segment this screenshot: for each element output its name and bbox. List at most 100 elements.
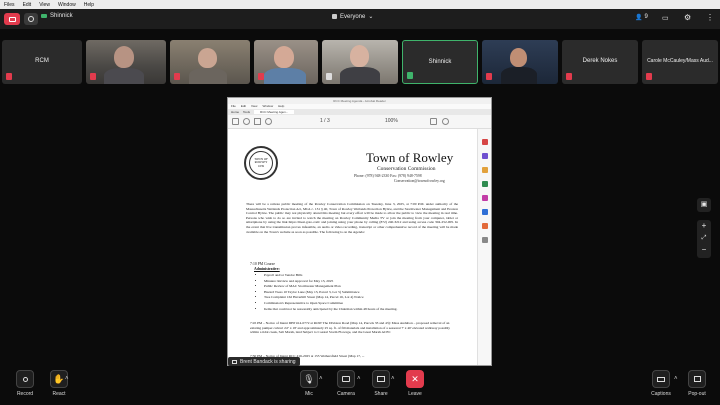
record-button[interactable]: Record: [14, 370, 36, 397]
menu-edit[interactable]: Edit: [23, 2, 32, 8]
organize-tool-icon[interactable]: [482, 181, 488, 187]
chevron-up-icon[interactable]: ˄: [319, 376, 323, 382]
search-icon[interactable]: [265, 118, 272, 125]
participant-tile[interactable]: Derek Nokes: [562, 40, 638, 84]
participant-name: RCM: [35, 58, 49, 64]
react-button[interactable]: ✋ React: [48, 370, 70, 397]
chevron-up-icon[interactable]: ˄: [65, 376, 69, 382]
info-icon: [28, 16, 34, 22]
town-seal: TOWN OF ROWLEY 1639: [244, 146, 278, 180]
contact-email: Conservation@townofrowley.org: [394, 179, 445, 183]
screen-share-icon: [232, 359, 237, 364]
share-screen-icon: [372, 370, 390, 388]
participant-video[interactable]: [322, 40, 398, 84]
participant-body: [264, 68, 306, 84]
participant-video[interactable]: [170, 40, 250, 84]
expand-icon[interactable]: ⤢: [697, 232, 711, 244]
leave-label: Leave: [408, 391, 422, 397]
tab-document[interactable]: RCC Meeting Agen...: [254, 110, 295, 114]
zoom-out-icon[interactable]: −: [697, 244, 711, 256]
menu-help[interactable]: Help: [84, 2, 94, 8]
fit-icon[interactable]: ▣: [697, 198, 711, 212]
view-selector[interactable]: Everyone ⌄: [332, 13, 373, 20]
react-label: React: [52, 391, 66, 397]
info-button[interactable]: [24, 13, 38, 25]
popout-label: Pop-out: [688, 391, 706, 397]
participant-tile[interactable]: RCM: [2, 40, 82, 84]
admin-list: Payroll and/or Vendor Bills Minutes: Rev…: [264, 273, 460, 312]
share-icon: [41, 14, 47, 18]
close-icon: ✕: [406, 370, 424, 388]
chevron-up-icon[interactable]: ˄: [357, 376, 361, 382]
participants-button[interactable]: 👤 9: [635, 14, 648, 21]
document-tools-sidebar: [477, 129, 491, 365]
tab-tools[interactable]: Tools: [243, 110, 250, 114]
protect-tool-icon[interactable]: [482, 223, 488, 229]
zoom-in-icon[interactable]: +: [697, 220, 711, 232]
zoom-level[interactable]: 100%: [385, 118, 398, 124]
page-indicator[interactable]: 1 / 3: [320, 118, 330, 124]
mic-speaking-icon: [407, 72, 413, 79]
sharer-name: Shinnick: [50, 13, 73, 19]
save-icon[interactable]: [232, 118, 239, 125]
participant-body: [104, 68, 144, 84]
mic-muted-icon: [646, 73, 652, 80]
participant-name: Derek Nokes: [582, 58, 618, 64]
participant-video[interactable]: [254, 40, 318, 84]
admin-heading: Administrative:: [254, 267, 280, 271]
chevron-up-icon[interactable]: ˄: [674, 376, 678, 382]
participant-tile[interactable]: Shinnick: [402, 40, 478, 84]
stop-share-button[interactable]: [4, 13, 20, 25]
view-label: Everyone: [340, 13, 366, 20]
participant-name: Carole McCauley/Mass Aud...: [647, 58, 713, 64]
gear-icon[interactable]: ⚙: [684, 13, 691, 22]
participant-video[interactable]: [482, 40, 558, 84]
lock-icon: [332, 14, 337, 19]
captions-label: Captions: [651, 391, 671, 397]
mic-muted-icon: [6, 73, 12, 80]
document-subheading: Conservation Commission: [377, 166, 436, 172]
upload-icon[interactable]: [243, 118, 250, 125]
popout-button[interactable]: Pop-out: [684, 370, 710, 397]
fill-sign-tool-icon[interactable]: [482, 209, 488, 215]
tab-home[interactable]: Home: [231, 110, 239, 114]
camera-off-icon: [337, 370, 355, 388]
document-toolbar: 1 / 3 100%: [228, 115, 491, 129]
captions-button[interactable]: Captions: [648, 370, 674, 397]
mic-button[interactable]: 🎙 Mic: [298, 370, 320, 397]
meeting-title-bar: Shinnick Everyone ⌄ 👤 9 ▭ ⚙ ⋮: [0, 9, 720, 29]
edit-tool-icon[interactable]: [482, 153, 488, 159]
comment-tool-icon[interactable]: [482, 167, 488, 173]
meeting-notice: There will be a remote public meeting of…: [246, 202, 458, 234]
participant-tile[interactable]: Carole McCauley/Mass Aud...: [642, 40, 718, 84]
participant-count: 9: [644, 14, 648, 20]
contact-phone: Phone: (978) 948-2330 Fax: (978) 948-759…: [354, 174, 422, 178]
menu-files[interactable]: Files: [4, 2, 15, 8]
mic-off-icon: 🎙: [300, 370, 318, 388]
more-icon[interactable]: ⋮: [706, 13, 714, 22]
participant-video[interactable]: [86, 40, 166, 84]
sharing-banner: Brent Bandack is sharing: [228, 357, 300, 366]
leave-button[interactable]: ✕ Leave: [404, 370, 426, 397]
camera-button[interactable]: Camera: [334, 370, 358, 397]
sharing-label: Brent Bandack is sharing: [240, 358, 296, 365]
print-icon[interactable]: [254, 118, 261, 125]
share-button[interactable]: Share: [370, 370, 392, 397]
participant-face: [510, 48, 527, 67]
participant-body: [501, 67, 537, 84]
chevron-up-icon[interactable]: ˄: [391, 376, 395, 382]
participant-face: [350, 45, 369, 67]
popout-icon: [688, 370, 706, 388]
menu-window[interactable]: Window: [58, 2, 76, 8]
mic-on-icon: [326, 73, 332, 80]
pdf-tool-icon[interactable]: [482, 139, 488, 145]
participant-body: [340, 67, 380, 84]
more-tools-icon[interactable]: [482, 237, 488, 243]
participant-name: Shinnick: [428, 59, 452, 65]
comment-icon[interactable]: [430, 118, 437, 125]
export-tool-icon[interactable]: [482, 195, 488, 201]
sign-icon[interactable]: [442, 118, 449, 125]
mic-muted-icon: [90, 73, 96, 80]
chat-icon[interactable]: ▭: [662, 14, 669, 22]
menu-view[interactable]: View: [39, 2, 50, 8]
